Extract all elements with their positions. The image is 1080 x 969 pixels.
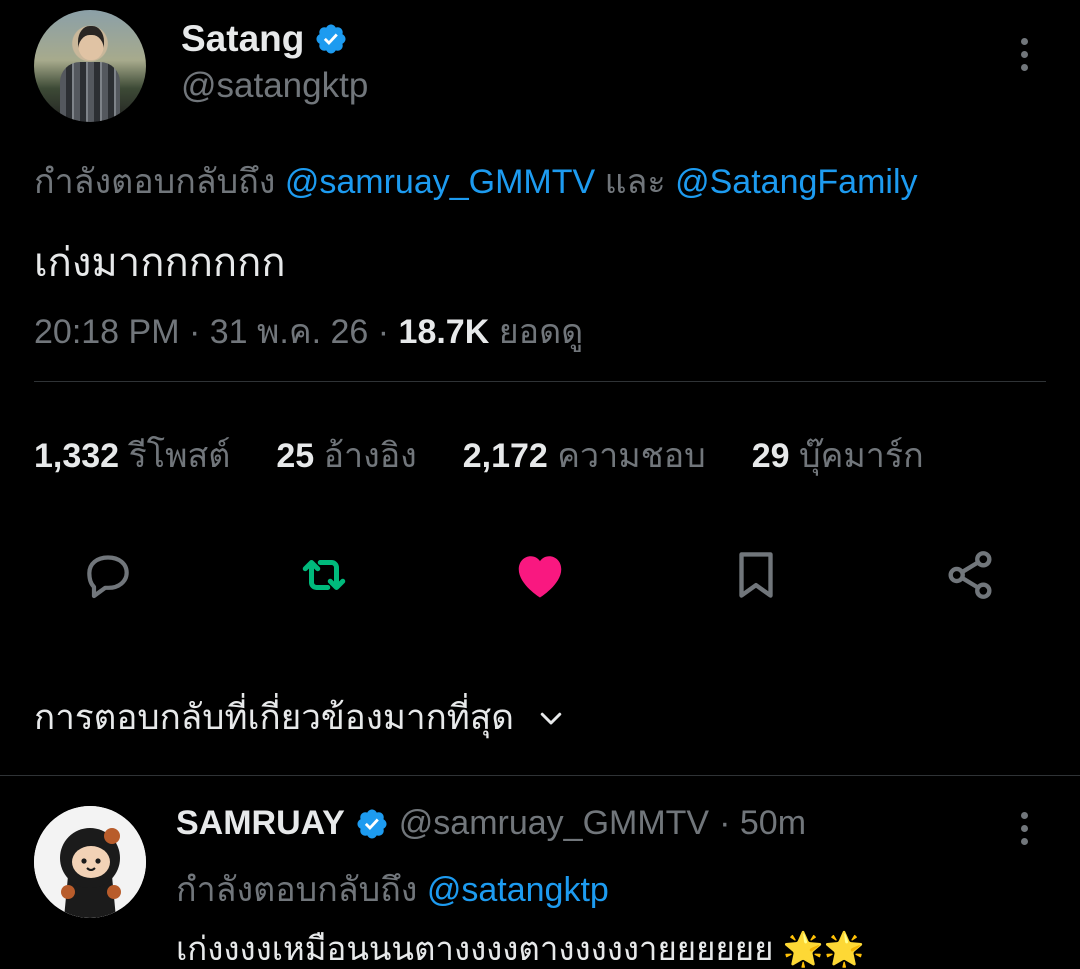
character-avatar-icon <box>34 806 146 918</box>
verified-badge-icon <box>357 808 387 839</box>
reply-author-avatar[interactable] <box>34 806 146 918</box>
reply-item-context: กำลังตอบกลับถึง @satangktp <box>176 862 609 916</box>
share-button[interactable] <box>940 545 1000 605</box>
more-options-button[interactable] <box>1004 32 1044 76</box>
views-count[interactable]: 18.7K <box>399 313 490 351</box>
tweet-timestamp[interactable]: 20:18 PM · 31 พ.ค. 26 · <box>34 313 399 351</box>
retweets-label: รีโพสต์ <box>128 437 231 475</box>
author-handle[interactable]: @satangktp <box>181 66 368 106</box>
bookmarks-count: 29 <box>751 437 790 475</box>
views-label: ยอดดู <box>489 313 584 351</box>
divider <box>0 775 1080 776</box>
reply-item-context-prefix: กำลังตอบกลับถึง <box>176 871 418 909</box>
reply-text-row: เก่งงงงเหมือนนนตางงงงตางงงงงายยยยยย 🌟🌟 <box>176 922 865 969</box>
reply-more-options-button[interactable] <box>1004 806 1044 850</box>
retweets-count: 1,332 <box>34 437 120 475</box>
likes-label: ความชอบ <box>557 437 706 475</box>
reply-text: เก่งงงงเหมือนนนตางงงงตางงงงงายยยยยย <box>176 930 774 967</box>
bookmarks-label: บุ๊คมาร์ก <box>799 437 924 475</box>
reply-context: กำลังตอบกลับถึง @samruay_GMMTV และ @Sata… <box>34 154 918 208</box>
divider <box>34 381 1046 382</box>
reply-author-name[interactable]: SAMRUAY <box>176 804 345 843</box>
mention-link[interactable]: @SatangFamily <box>675 163 917 201</box>
retweets-stat[interactable]: 1,332 รีโพสต์ <box>34 428 230 482</box>
replies-sort-label: การตอบกลับที่เกี่ยวข้องมากที่สุด <box>34 698 514 737</box>
heart-icon <box>518 556 562 598</box>
glowing-star-emoji-icon: 🌟🌟 <box>782 930 865 967</box>
bookmark-icon <box>739 552 773 598</box>
verified-badge-icon <box>316 24 346 54</box>
quotes-stat[interactable]: 25 อ้างอิง <box>276 428 416 482</box>
chevron-down-icon <box>540 712 562 724</box>
likes-count: 2,172 <box>462 437 548 475</box>
share-icon <box>948 551 992 599</box>
bookmark-button[interactable] <box>726 545 786 605</box>
engagement-stats: 1,332 รีโพสต์ 25 อ้างอิง 2,172 ความชอบ 2… <box>34 428 924 482</box>
like-button[interactable] <box>510 545 570 605</box>
reply-author-row[interactable]: SAMRUAY @samruay_GMMTV · 50m <box>176 804 806 843</box>
mention-link[interactable]: @samruay_GMMTV <box>285 163 595 201</box>
replies-sort-dropdown[interactable]: การตอบกลับที่เกี่ยวข้องมากที่สุด <box>34 690 566 745</box>
reply-context-conj: และ <box>604 163 666 201</box>
reply-author-handle[interactable]: @samruay_GMMTV <box>399 804 709 843</box>
more-dots-icon <box>1020 37 1028 45</box>
tweet-meta: 20:18 PM · 31 พ.ค. 26 · 18.7K ยอดดู <box>34 304 583 358</box>
mention-link[interactable]: @satangktp <box>427 871 609 909</box>
tweet-text: เก่งมากกกกกก <box>34 241 286 285</box>
reply-icon <box>87 555 129 599</box>
author-avatar[interactable] <box>34 10 146 122</box>
author-display-name[interactable]: Satang <box>181 18 304 60</box>
author-name-row[interactable]: Satang <box>181 18 348 60</box>
reply-button[interactable] <box>78 545 138 605</box>
reply-context-prefix: กำลังตอบกลับถึง <box>34 163 276 201</box>
likes-stat[interactable]: 2,172 ความชอบ <box>463 428 706 482</box>
retweet-icon <box>302 560 346 590</box>
quotes-count: 25 <box>276 437 315 475</box>
bookmarks-stat[interactable]: 29 บุ๊คมาร์ก <box>752 428 924 482</box>
retweet-button[interactable] <box>294 545 354 605</box>
tweet-detail-page: Satang @satangktp กำลังตอบกลับถึง @samru… <box>0 0 1080 969</box>
more-dots-icon <box>1020 811 1028 819</box>
reply-timestamp[interactable]: · 50m <box>719 804 806 843</box>
quotes-label: อ้างอิง <box>323 437 417 475</box>
